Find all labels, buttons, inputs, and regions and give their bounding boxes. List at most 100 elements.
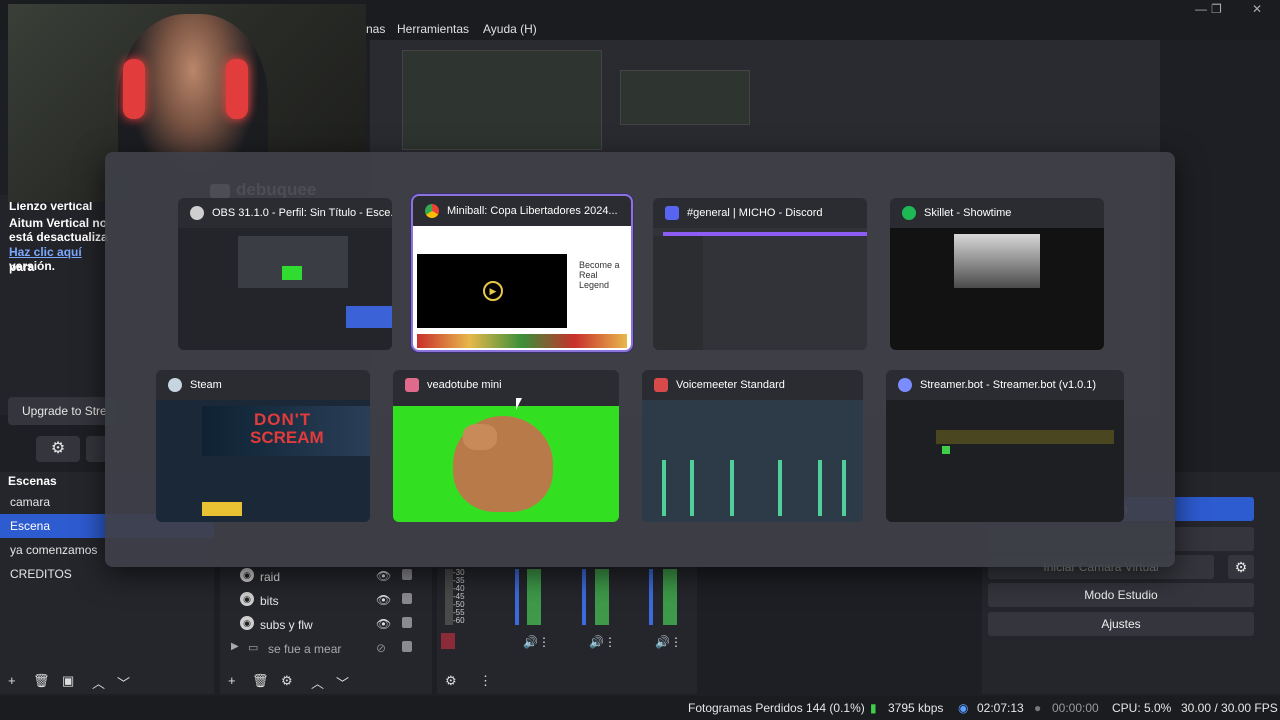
gear-icon[interactable]: ⚙ bbox=[281, 673, 293, 689]
switcher-card-chrome[interactable]: Miniball: Copa Libertadores 2024... ▶ Be… bbox=[411, 194, 633, 352]
volume-slider[interactable] bbox=[582, 569, 586, 625]
source-label: se fue a mear bbox=[268, 642, 342, 656]
switcher-card-voicemeeter[interactable]: Voicemeeter Standard bbox=[642, 370, 863, 522]
close-icon[interactable]: ✕ bbox=[1252, 2, 1262, 16]
minimize-icon[interactable]: — bbox=[1195, 2, 1207, 16]
chevron-up-icon[interactable]: ︿ bbox=[311, 673, 324, 692]
lock-icon[interactable] bbox=[402, 593, 412, 604]
lock-icon[interactable] bbox=[402, 617, 412, 628]
eye-icon[interactable]: 👁 bbox=[376, 569, 391, 583]
trash-icon[interactable]: 🗑 bbox=[33, 673, 50, 689]
switcher-card-obs[interactable]: OBS 31.1.0 - Perfil: Sin Título - Esce..… bbox=[178, 198, 392, 350]
mixer-settings-icon[interactable]: ⚙ bbox=[445, 673, 457, 689]
db-scale: -30 -35 -40 -45 -50 -55 -60 bbox=[453, 568, 465, 625]
nested-preview-2 bbox=[620, 70, 750, 125]
add-icon[interactable]: + bbox=[8, 673, 16, 688]
gear-icon[interactable]: ⚙ bbox=[1228, 555, 1254, 579]
lock-icon[interactable] bbox=[402, 641, 412, 652]
switcher-card-discord[interactable]: #general | MICHO - Discord bbox=[653, 198, 867, 350]
card-title: Streamer.bot - Streamer.bot (v1.0.1) bbox=[920, 379, 1097, 391]
folder-icon: ▭ bbox=[248, 642, 259, 654]
game-title-1: DON'T bbox=[254, 410, 312, 429]
menu-item-partial[interactable]: nas bbox=[366, 22, 385, 36]
source-item[interactable]: ◉ raid 👁 bbox=[220, 565, 432, 589]
studio-mode-button[interactable]: Modo Estudio bbox=[988, 583, 1254, 607]
card-thumbnail bbox=[886, 400, 1124, 522]
stream-icon: ◉ bbox=[958, 701, 969, 715]
fader bbox=[778, 460, 782, 516]
expand-icon[interactable]: ▶ bbox=[231, 641, 239, 652]
source-label: raid bbox=[260, 570, 281, 584]
menu-item-ayuda[interactable]: Ayuda (H) bbox=[483, 22, 537, 36]
fader bbox=[818, 460, 822, 516]
game-banner: DON'T SCREAM bbox=[202, 406, 370, 456]
thumb-preview bbox=[238, 236, 348, 288]
chevron-down-icon[interactable]: ﹀ bbox=[117, 673, 130, 692]
volume-slider[interactable] bbox=[649, 569, 653, 625]
mouse-cursor-icon bbox=[516, 398, 522, 410]
gear-icon[interactable]: ⚙ bbox=[36, 436, 80, 462]
dropped-frames: Fotogramas Perdidos 144 (0.1%) bbox=[688, 701, 865, 715]
trash-icon[interactable]: 🗑 bbox=[252, 673, 269, 689]
speaker-icon[interactable]: 🔊⋮ bbox=[589, 635, 616, 649]
card-title: #general | MICHO - Discord bbox=[687, 207, 823, 219]
lock-icon[interactable] bbox=[402, 569, 412, 580]
source-item[interactable]: ◉ subs y flw 👁 bbox=[220, 613, 432, 637]
eye-icon[interactable]: 👁 bbox=[376, 617, 391, 631]
mute-button[interactable] bbox=[441, 633, 455, 649]
menu-dots-icon[interactable]: ⋮ bbox=[479, 673, 492, 689]
chevron-up-icon[interactable]: ︿ bbox=[92, 673, 105, 692]
window-switcher: OBS 31.1.0 - Perfil: Sin Título - Esce..… bbox=[105, 152, 1175, 567]
canvas-extra-button[interactable] bbox=[86, 436, 106, 462]
signal-icon: ▮ bbox=[870, 701, 877, 715]
eye-hidden-icon[interactable]: ⊘ bbox=[376, 641, 386, 655]
volume-slider[interactable] bbox=[515, 569, 519, 625]
menu-item-herramientas[interactable]: Herramientas bbox=[397, 22, 469, 36]
card-thumbnail: DON'T SCREAM bbox=[156, 400, 370, 522]
mixer-toolbar: ⚙ ⋮ bbox=[437, 668, 697, 694]
canvas-notice-line1: Aitum Vertical no bbox=[9, 216, 108, 230]
play-icon: ▶ bbox=[483, 281, 503, 301]
meter-bar bbox=[663, 569, 677, 625]
maximize-icon[interactable]: ❐ bbox=[1211, 2, 1222, 16]
switcher-card-steam[interactable]: Steam DON'T SCREAM bbox=[156, 370, 370, 522]
card-title: Skillet - Showtime bbox=[924, 207, 1012, 219]
card-thumbnail bbox=[653, 228, 867, 350]
headphone-right bbox=[226, 59, 248, 119]
cpu-usage: CPU: 5.0% bbox=[1112, 701, 1172, 715]
artist-banner bbox=[954, 234, 1040, 288]
source-group[interactable]: ▶ ▭ se fue a mear ⊘ bbox=[220, 637, 432, 661]
switcher-card-spotify[interactable]: Skillet - Showtime bbox=[890, 198, 1104, 350]
card-title: Miniball: Copa Libertadores 2024... bbox=[447, 205, 618, 217]
canvas-notice-line4: versión. bbox=[9, 259, 56, 273]
fader bbox=[842, 460, 846, 516]
eye-icon[interactable]: 👁 bbox=[376, 593, 391, 607]
game-title-2: SCREAM bbox=[250, 428, 324, 447]
update-link[interactable]: Haz clic aquí bbox=[9, 245, 82, 259]
thumb-blue bbox=[346, 306, 392, 328]
switcher-card-streamerbot[interactable]: Streamer.bot - Streamer.bot (v1.0.1) bbox=[886, 370, 1124, 522]
add-icon[interactable]: + bbox=[228, 673, 236, 688]
thumb-green bbox=[282, 266, 302, 280]
record-icon: ● bbox=[1034, 701, 1042, 715]
upgrade-button[interactable]: Upgrade to Stre bbox=[8, 397, 118, 425]
capybara-head bbox=[463, 424, 497, 450]
switcher-card-veadotube[interactable]: veadotube mini bbox=[393, 370, 619, 522]
chevron-down-icon[interactable]: ﹀ bbox=[336, 673, 349, 692]
speaker-icon[interactable]: 🔊⋮ bbox=[523, 635, 550, 649]
meter-bar bbox=[445, 569, 453, 625]
sources-toolbar: + 🗑 ⚙ ︿ ﹀ bbox=[220, 668, 432, 694]
card-thumbnail bbox=[642, 400, 863, 522]
filter-icon[interactable]: ▣ bbox=[62, 673, 74, 689]
meter-bar bbox=[527, 569, 541, 625]
status-dot bbox=[942, 446, 950, 454]
speaker-icon[interactable]: 🔊⋮ bbox=[655, 635, 682, 649]
stream-time: 02:07:13 bbox=[977, 701, 1024, 715]
fps: 30.00 / 30.00 FPS bbox=[1181, 701, 1278, 715]
thumb-channels bbox=[653, 236, 703, 350]
highlight-row bbox=[936, 430, 1114, 444]
source-item[interactable]: ◉ bits 👁 bbox=[220, 589, 432, 613]
sources-dock: ◉ raid 👁 ◉ bits 👁 ◉ subs y flw 👁 ▶ ▭ se … bbox=[220, 565, 432, 694]
card-title: OBS 31.1.0 - Perfil: Sin Título - Esce..… bbox=[212, 207, 392, 219]
settings-button[interactable]: Ajustes bbox=[988, 612, 1254, 636]
